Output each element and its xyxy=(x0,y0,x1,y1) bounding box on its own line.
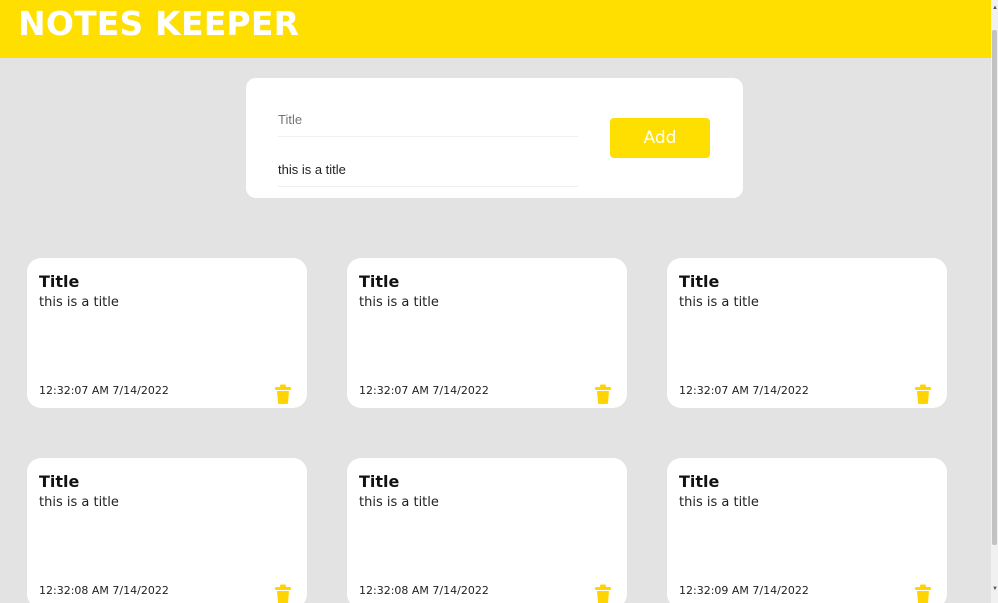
note-body-input[interactable] xyxy=(278,152,578,187)
note-timestamp: 12:32:09 AM 7/14/2022 xyxy=(679,584,809,597)
note-timestamp: 12:32:08 AM 7/14/2022 xyxy=(39,584,169,597)
add-note-button[interactable]: Add xyxy=(610,118,710,158)
note-body: this is a title xyxy=(679,295,759,310)
note-body: this is a title xyxy=(39,295,119,310)
delete-note-button[interactable] xyxy=(274,584,292,603)
delete-note-button[interactable] xyxy=(594,584,612,603)
note-timestamp: 12:32:08 AM 7/14/2022 xyxy=(359,584,489,597)
note-card: Title this is a title 12:32:08 AM 7/14/2… xyxy=(347,458,627,603)
note-timestamp: 12:32:07 AM 7/14/2022 xyxy=(359,384,489,397)
trash-icon xyxy=(915,584,931,603)
note-entry-form: Add xyxy=(246,78,743,198)
delete-note-button[interactable] xyxy=(274,384,292,404)
trash-icon xyxy=(275,384,291,404)
trash-icon xyxy=(595,384,611,404)
delete-note-button[interactable] xyxy=(594,384,612,404)
app-header: NOTES KEEPER xyxy=(0,0,991,58)
notes-keeper-page: NOTES KEEPER ▲ ▼ Add Title this is a tit… xyxy=(0,0,998,603)
delete-note-button[interactable] xyxy=(914,584,932,603)
note-card: Title this is a title 12:32:07 AM 7/14/2… xyxy=(667,258,947,408)
note-card: Title this is a title 12:32:08 AM 7/14/2… xyxy=(27,458,307,603)
note-title: Title xyxy=(359,472,400,491)
vertical-scrollbar[interactable]: ▲ ▼ xyxy=(991,0,998,603)
app-title: NOTES KEEPER xyxy=(18,4,300,43)
note-title: Title xyxy=(359,272,400,291)
scroll-up-arrow-icon[interactable]: ▲ xyxy=(992,5,998,12)
note-card: Title this is a title 12:32:09 AM 7/14/2… xyxy=(667,458,947,603)
note-title: Title xyxy=(39,472,80,491)
note-title: Title xyxy=(39,272,80,291)
note-title: Title xyxy=(679,472,720,491)
note-body: this is a title xyxy=(359,295,439,310)
note-title-input[interactable] xyxy=(278,102,578,137)
delete-note-button[interactable] xyxy=(914,384,932,404)
note-timestamp: 12:32:07 AM 7/14/2022 xyxy=(39,384,169,397)
trash-icon xyxy=(915,384,931,404)
scrollbar-thumb[interactable] xyxy=(992,30,997,545)
trash-icon xyxy=(275,584,291,603)
note-body: this is a title xyxy=(359,495,439,510)
note-card: Title this is a title 12:32:07 AM 7/14/2… xyxy=(347,258,627,408)
trash-icon xyxy=(595,584,611,603)
note-timestamp: 12:32:07 AM 7/14/2022 xyxy=(679,384,809,397)
scroll-down-arrow-icon[interactable]: ▼ xyxy=(992,586,998,593)
note-title: Title xyxy=(679,272,720,291)
note-body: this is a title xyxy=(679,495,759,510)
note-card: Title this is a title 12:32:07 AM 7/14/2… xyxy=(27,258,307,408)
note-body: this is a title xyxy=(39,495,119,510)
